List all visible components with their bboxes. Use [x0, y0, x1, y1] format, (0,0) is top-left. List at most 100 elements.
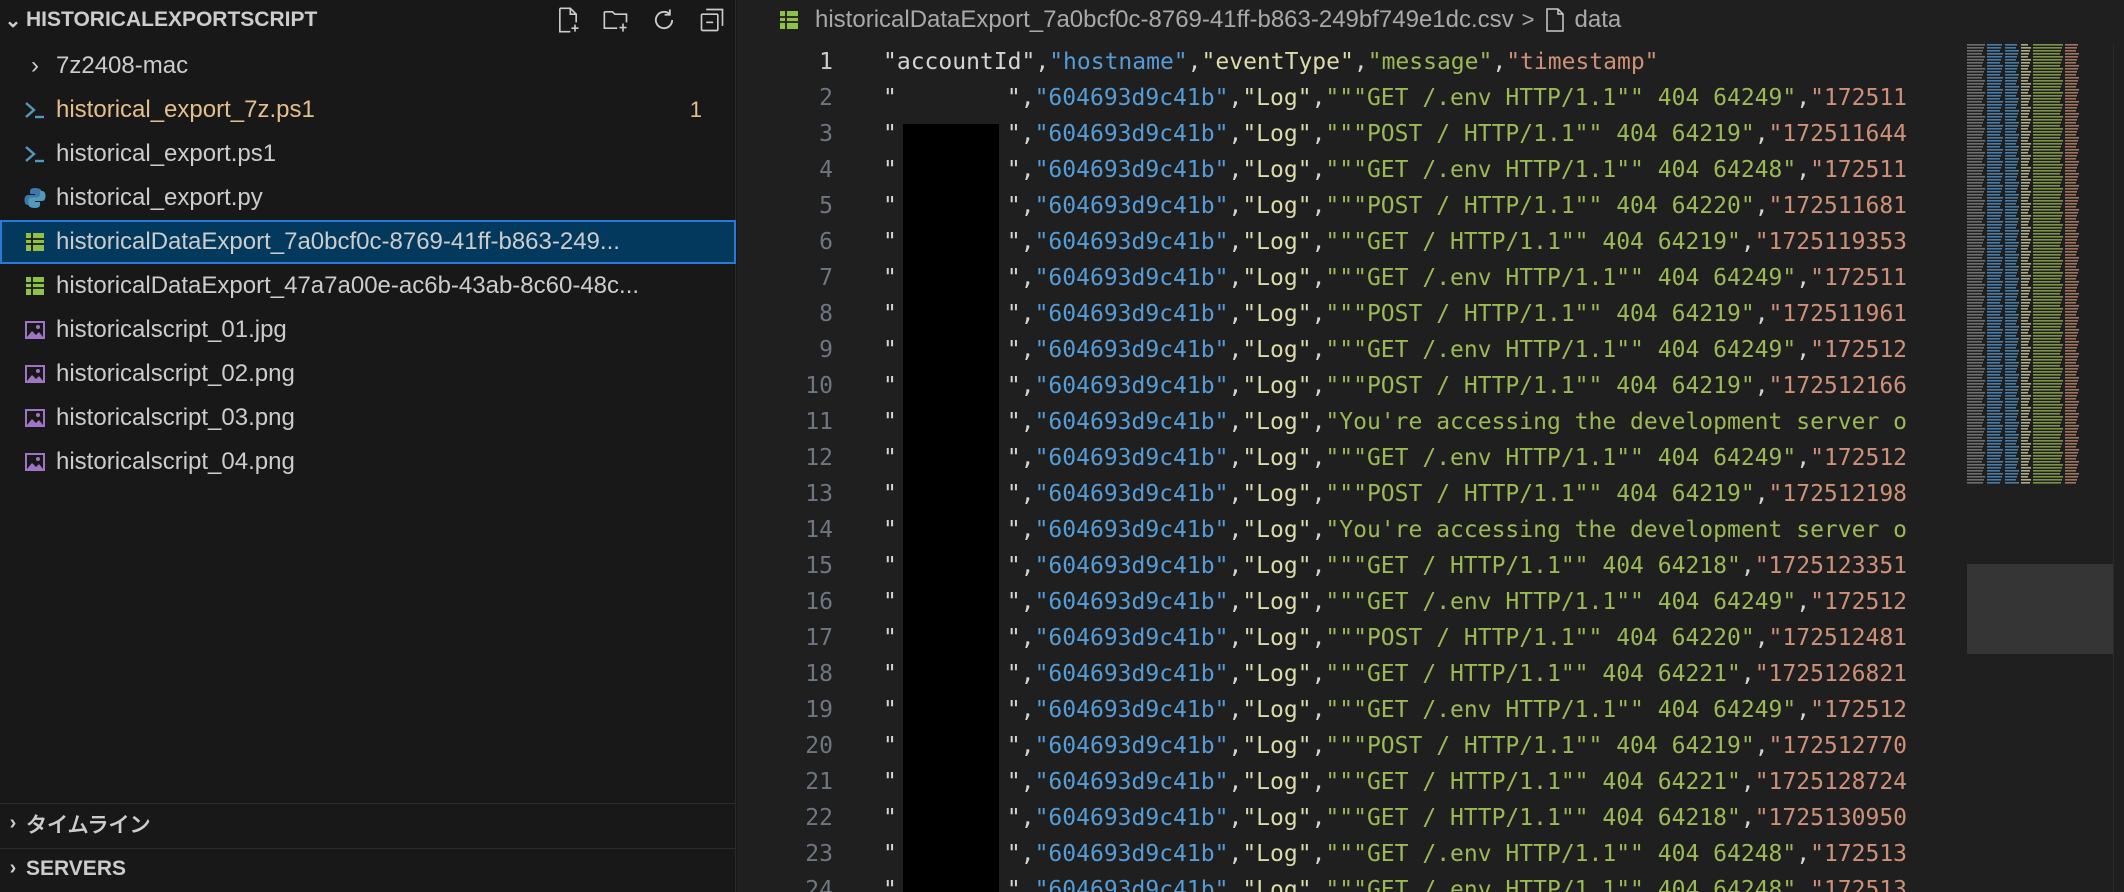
csv-comma: ,	[1228, 265, 1243, 291]
tree-file-item[interactable]: historical_export_7z.ps1 1	[0, 88, 736, 132]
tree-file-item[interactable]: historicalscript_02.png	[0, 352, 736, 396]
minimap-line	[2065, 131, 2077, 133]
minimap-line	[2065, 404, 2078, 406]
minimap-line	[1967, 188, 1985, 190]
minimap-line	[2033, 479, 2062, 481]
csv-token: "	[1006, 517, 1021, 543]
tree-file-item[interactable]: historicalscript_04.png	[0, 440, 736, 484]
tree-file-item[interactable]: historicalscript_01.jpg	[0, 308, 736, 352]
minimap-line	[1987, 224, 2002, 226]
minimap-line	[2021, 449, 2029, 451]
minimap-line	[1987, 140, 2002, 142]
minimap-line	[2021, 89, 2029, 91]
minimap-line	[2005, 134, 2019, 136]
minimap-line	[2033, 194, 2061, 196]
csv-comma: ,	[1228, 157, 1243, 183]
tree-file-item[interactable]: historicalDataExport_7a0bcf0c-8769-41ff-…	[0, 220, 736, 264]
minimap-line	[2033, 428, 2063, 430]
minimap-line	[2033, 53, 2060, 55]
csv-comma: ,	[1020, 193, 1035, 219]
breadcrumb-file[interactable]: historicalDataExport_7a0bcf0c-8769-41ff-…	[815, 6, 1514, 34]
minimap-line	[2065, 224, 2078, 226]
minimap[interactable]	[1947, 44, 2113, 892]
line-number: 4	[819, 157, 833, 183]
tree-file-item[interactable]: historical_export.ps1	[0, 132, 736, 176]
csv-timestamp-token: "172511	[1810, 85, 1908, 111]
tree-folder-item[interactable]: › 7z2408-mac	[0, 44, 736, 88]
csv-account-token: "	[883, 661, 897, 687]
minimap-line	[1987, 98, 2000, 100]
minimap-line	[2033, 62, 2061, 64]
tree-file-item[interactable]: historicalscript_03.png	[0, 396, 736, 440]
csv-comma: ,	[1311, 157, 1326, 183]
line-text: " ","604693d9c41b","Log","You're accessin…	[883, 404, 1907, 440]
minimap-line	[2021, 236, 2028, 238]
minimap-line	[1967, 296, 1985, 298]
tree-item-label: historical_export.py	[56, 184, 263, 211]
minimap-line	[2021, 134, 2030, 136]
csv-comma: ,	[1740, 769, 1755, 795]
minimap-line	[2021, 323, 2031, 325]
minimap-line	[1967, 362, 1983, 364]
collapse-all-icon[interactable]	[698, 6, 726, 34]
tree-file-item[interactable]: historicalDataExport_47a7a00e-ac6b-43ab-…	[0, 264, 736, 308]
minimap-line	[2021, 167, 2031, 169]
line-number: 11	[805, 409, 833, 435]
minimap-line	[2005, 461, 2018, 463]
new-file-icon[interactable]	[554, 6, 582, 34]
line-text: " ","604693d9c41b","Log","""GET / HTTP/1.…	[883, 224, 1907, 260]
minimap-line	[2033, 383, 2062, 385]
line-text: "accountId","hostname","eventType","mess…	[883, 44, 1659, 80]
minimap-line	[2005, 155, 2016, 157]
minimap-line	[2033, 332, 2063, 334]
minimap-line	[1987, 338, 2000, 340]
minimap-line	[2065, 269, 2079, 271]
csv-message-token: """GET /.env HTTP/1.1"" 404 64249"	[1325, 697, 1797, 723]
minimap-line	[2005, 131, 2016, 133]
minimap-line	[2005, 455, 2016, 457]
minimap-line	[1967, 269, 1982, 271]
minimap-line	[1987, 272, 2002, 274]
minimap-line	[2005, 302, 2019, 304]
minimap-line	[1967, 371, 1984, 373]
minimap-line	[2065, 419, 2077, 421]
csv-comma: ,	[1228, 877, 1243, 892]
minimap-line	[1967, 65, 1982, 67]
tree-file-item[interactable]: historical_export.py	[0, 176, 736, 220]
minimap-line	[2033, 179, 2062, 181]
code-editor[interactable]: 1 "accountId","hostname","eventType","mes…	[737, 44, 1947, 892]
minimap-slider[interactable]	[1967, 564, 2113, 654]
new-folder-icon[interactable]	[602, 6, 630, 34]
minimap-line	[2033, 407, 2062, 409]
minimap-line	[2033, 281, 2060, 283]
minimap-line	[2005, 56, 2017, 58]
minimap-line	[2033, 278, 2061, 280]
minimap-line	[1967, 383, 1984, 385]
minimap-line	[2021, 152, 2028, 154]
minimap-line	[2005, 284, 2017, 286]
minimap-line	[2065, 98, 2076, 100]
csv-hostname-token: "604693d9c41b"	[1034, 481, 1229, 507]
csv-eventtype-token: "Log"	[1242, 553, 1312, 579]
minimap-line	[2033, 227, 2062, 229]
minimap-line	[2065, 92, 2078, 94]
line-text: " ","604693d9c41b","Log","""GET /.env HTT…	[883, 260, 1907, 296]
timeline-section-header[interactable]: › タイムライン	[0, 803, 736, 843]
minimap-line	[2005, 176, 2017, 178]
refresh-icon[interactable]	[650, 6, 678, 34]
minimap-line	[1987, 128, 2002, 130]
csv-message-token: """GET /.env HTTP/1.1"" 404 64249"	[1325, 337, 1797, 363]
vertical-scrollbar[interactable]	[2113, 44, 2124, 892]
minimap-line	[1987, 443, 2001, 445]
servers-section-header[interactable]: › SERVERS	[0, 848, 736, 888]
minimap-line	[2021, 341, 2029, 343]
breadcrumb-symbol[interactable]: data	[1575, 6, 1622, 34]
minimap-line	[2021, 287, 2031, 289]
minimap-line	[1987, 482, 2000, 484]
image-file-icon	[18, 404, 52, 432]
minimap-line	[2033, 314, 2061, 316]
csv-comma: ,	[1228, 445, 1243, 471]
minimap-line	[1967, 56, 1985, 58]
explorer-section-header[interactable]: ⌄ HISTORICALEXPORTSCRIPT	[0, 0, 736, 40]
csv-account-token: "	[883, 733, 897, 759]
